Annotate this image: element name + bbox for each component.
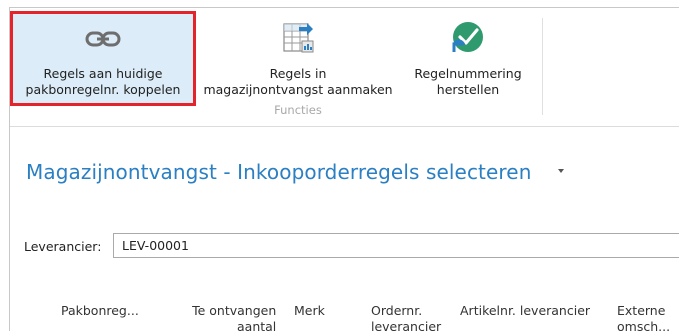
link-icon bbox=[85, 30, 121, 52]
column-header-vendor-item-no[interactable]: Artikelnr. leverancier bbox=[460, 303, 590, 319]
chevron-down-icon[interactable] bbox=[558, 169, 564, 173]
column-header-vendor-order-no[interactable]: Ordernr. leverancier bbox=[371, 303, 441, 331]
page-frame: Regels aan huidige pakbonregelnr. koppel… bbox=[9, 7, 679, 331]
ribbon-button-label: Regels in magazijnontvangst aanmaken bbox=[203, 66, 393, 97]
grid-header: Pakbonreg... Te ontvangen aantal Merk Or… bbox=[10, 303, 679, 331]
spreadsheet-arrow-icon bbox=[281, 21, 315, 59]
vendor-field[interactable]: LEV-00001 bbox=[113, 233, 679, 258]
ribbon-button-label: Regelnummering herstellen bbox=[414, 66, 522, 97]
ribbon-separator bbox=[542, 18, 543, 115]
ribbon: Regels aan huidige pakbonregelnr. koppel… bbox=[10, 8, 679, 127]
checkmark-circle-icon bbox=[450, 19, 486, 59]
column-header-receipt-line[interactable]: Pakbonreg... bbox=[61, 303, 139, 319]
link-lines-to-current-receipt-line-button[interactable]: Regels aan huidige pakbonregelnr. koppel… bbox=[10, 11, 196, 106]
page-title: Magazijnontvangst - Inkooporderregels se… bbox=[26, 160, 532, 184]
page-title-row[interactable]: Magazijnontvangst - Inkooporderregels se… bbox=[26, 160, 564, 184]
ribbon-group-label: Functies bbox=[274, 103, 322, 117]
restore-line-numbering-button[interactable]: Regelnummering herstellen bbox=[400, 11, 536, 106]
column-header-external-description[interactable]: Externe omsch... bbox=[617, 303, 670, 331]
column-header-qty-to-receive[interactable]: Te ontvangen aantal bbox=[185, 303, 276, 331]
ribbon-button-label: Regels aan huidige pakbonregelnr. koppel… bbox=[25, 66, 181, 97]
create-lines-in-warehouse-receipt-button[interactable]: Regels in magazijnontvangst aanmaken bbox=[196, 11, 400, 106]
vendor-label: Leverancier: bbox=[24, 239, 102, 254]
column-header-brand[interactable]: Merk bbox=[294, 303, 325, 319]
